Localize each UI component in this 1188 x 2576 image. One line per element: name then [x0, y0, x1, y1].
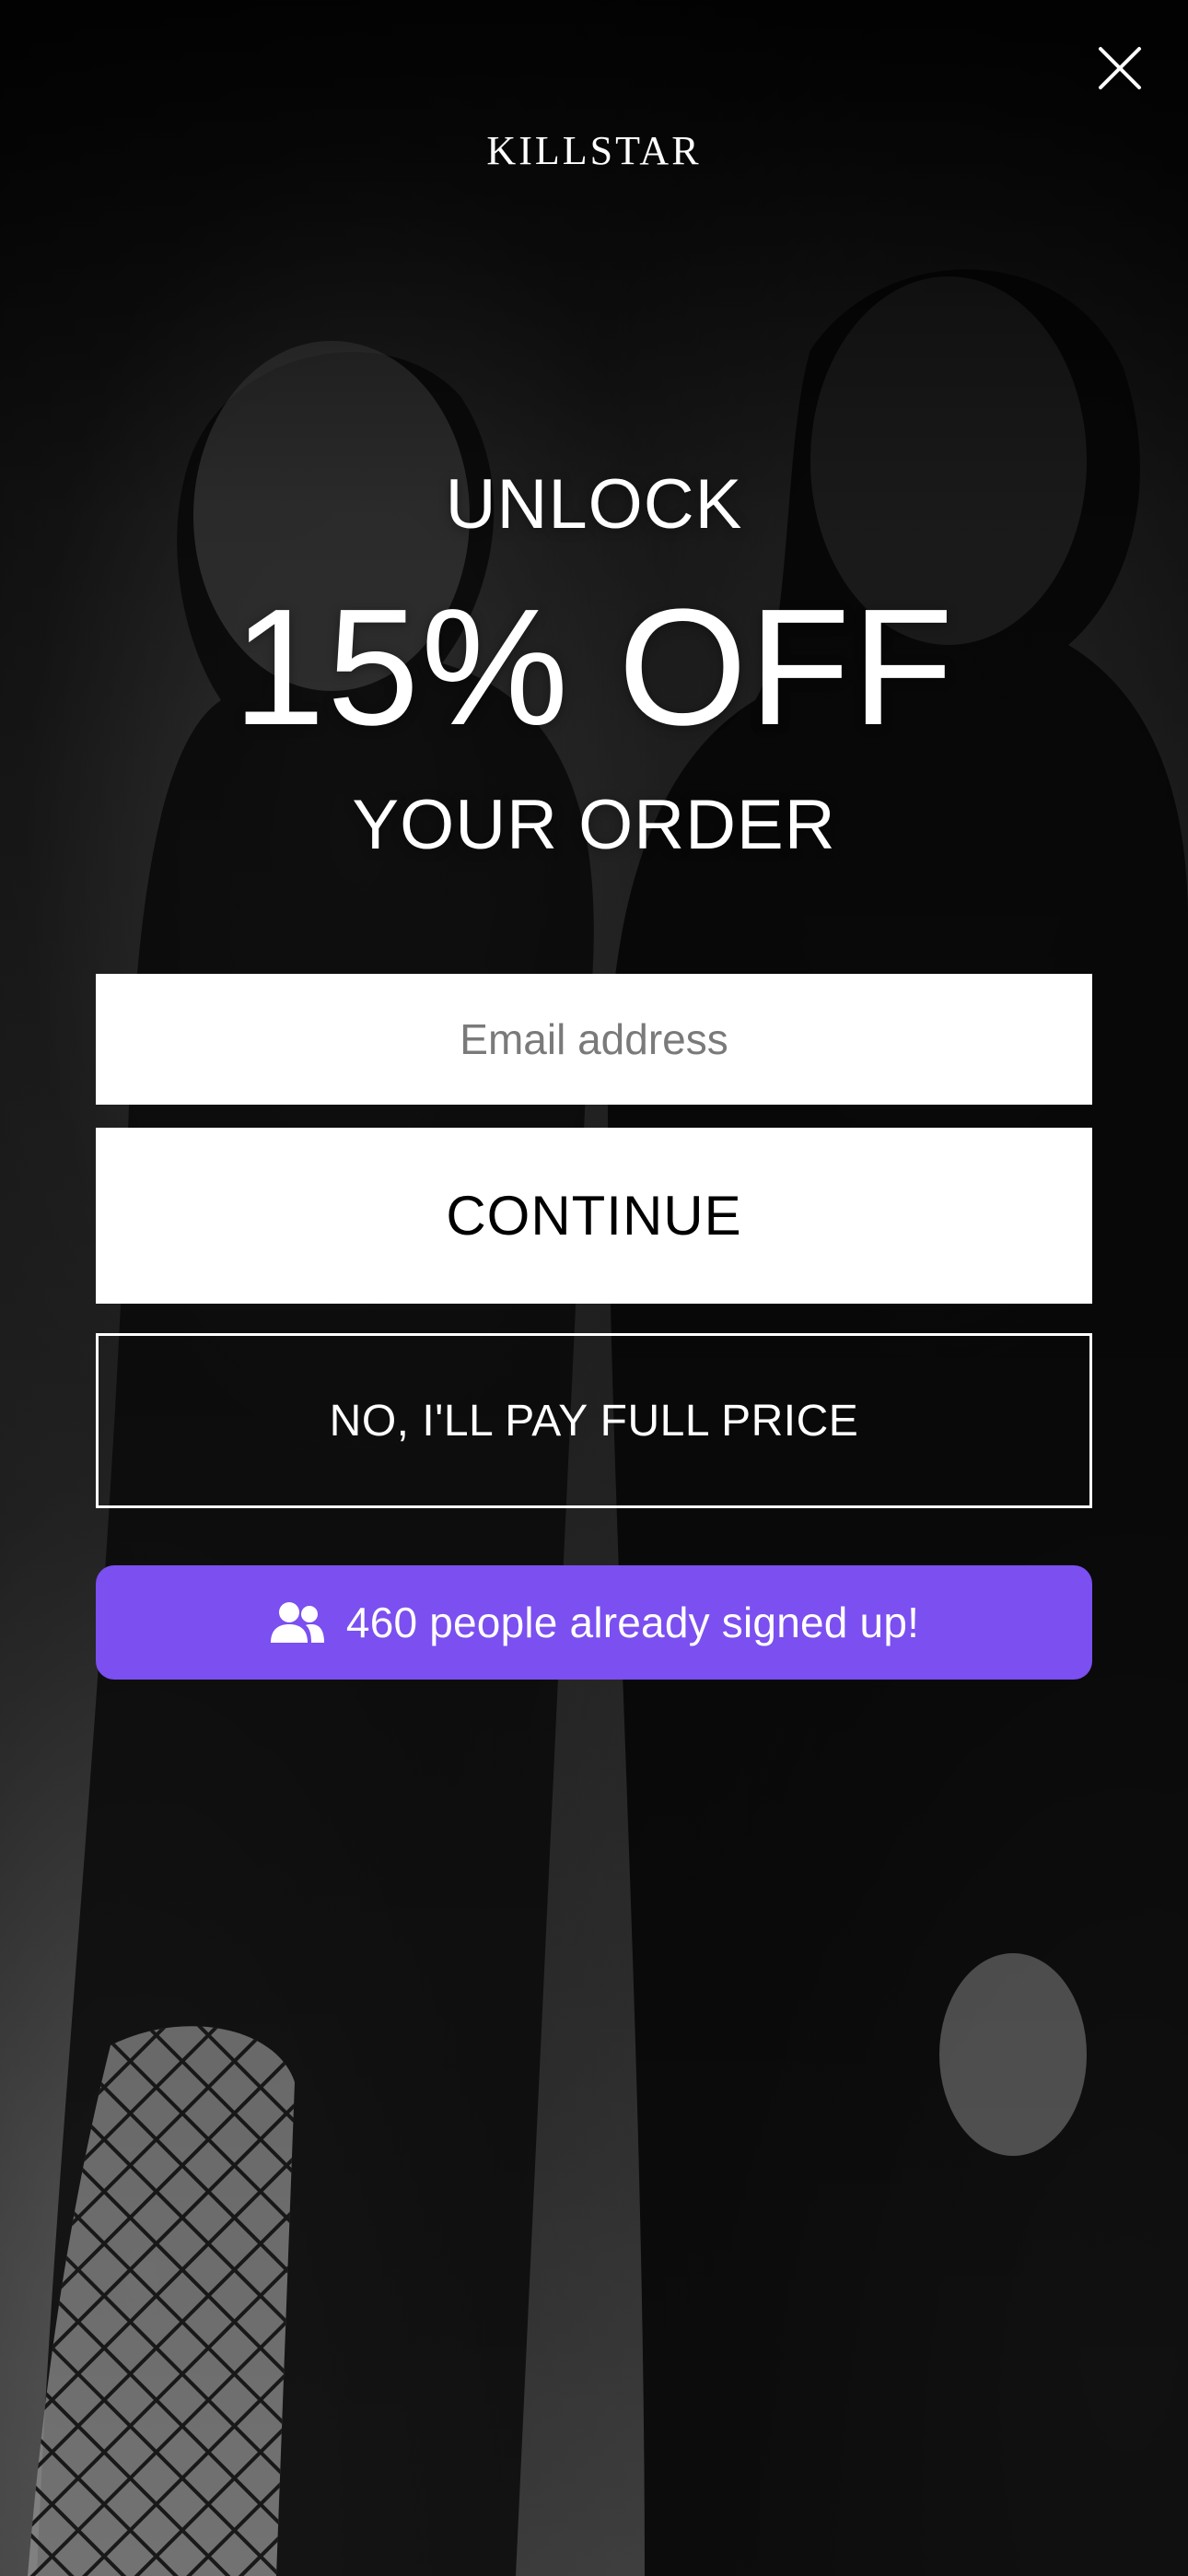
continue-button[interactable]: CONTINUE	[96, 1128, 1092, 1304]
headline-discount: 15% OFF	[232, 575, 956, 760]
close-button[interactable]	[1090, 39, 1149, 98]
social-proof-text: 460 people already signed up!	[345, 1598, 920, 1646]
signup-popup: KILLSTAR UNLOCK 15% OFF YOUR ORDER CONTI…	[0, 0, 1188, 2576]
social-proof-badge: 460 people already signed up!	[96, 1565, 1092, 1680]
users-icon	[269, 1600, 326, 1645]
headline-your-order: YOUR ORDER	[352, 786, 836, 864]
email-field[interactable]	[96, 974, 1092, 1105]
decline-button[interactable]: NO, I'LL PAY FULL PRICE	[96, 1333, 1092, 1508]
brand-logo: KILLSTAR	[486, 128, 702, 173]
headline-unlock: UNLOCK	[445, 465, 743, 544]
close-icon	[1099, 47, 1141, 89]
